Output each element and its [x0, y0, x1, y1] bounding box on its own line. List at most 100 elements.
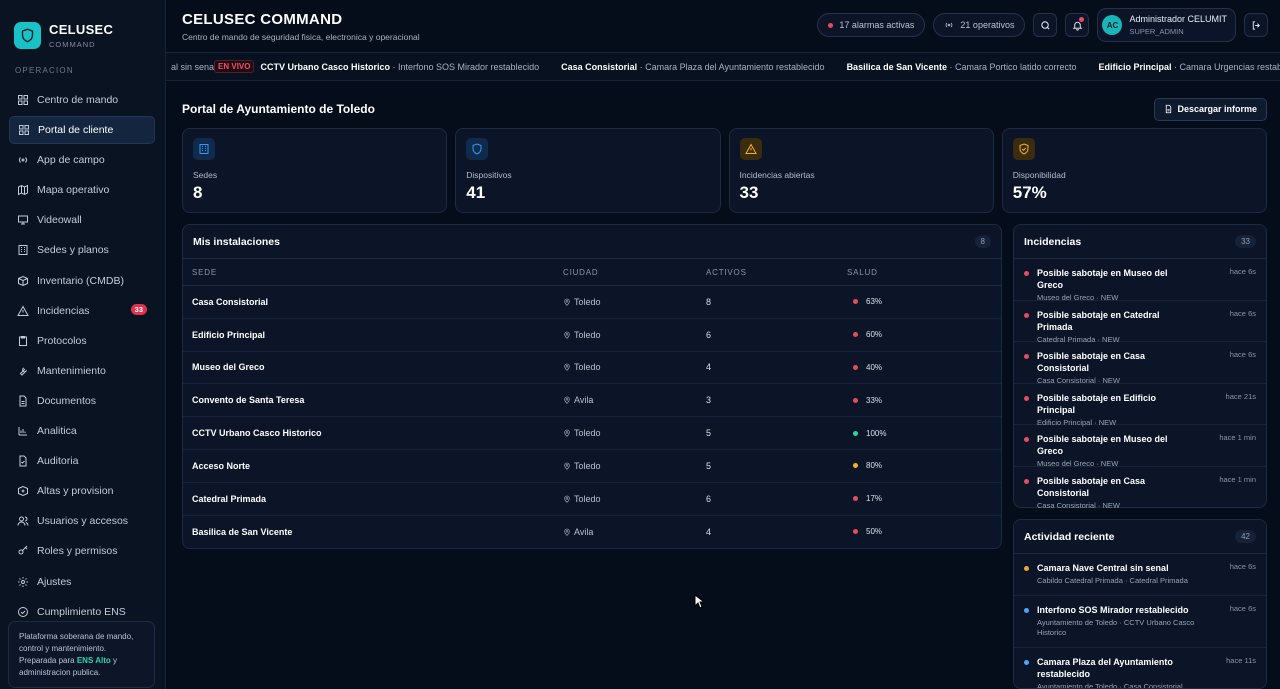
sidebar-item-label: Mantenimiento: [37, 364, 106, 377]
incident-time: hace 1 min: [1219, 474, 1256, 484]
table-row[interactable]: CCTV Urbano Casco Historico Toledo 5 100%: [183, 417, 1001, 450]
sidebar-item-sedes-y-planos[interactable]: Sedes y planos: [9, 236, 155, 264]
sidebar-item-documentos[interactable]: Documentos: [9, 387, 155, 415]
operators-pill[interactable]: 21 operativos: [933, 13, 1026, 37]
incident-item[interactable]: Posible sabotaje en Museo del Greco Museo…: [1014, 259, 1266, 302]
notification-dot: [1079, 17, 1085, 22]
ticker-site: Edificio Principal: [1098, 61, 1172, 72]
cell-activos: 6: [706, 329, 712, 340]
clipboard-icon: [17, 335, 29, 347]
sidebar-item-label: Roles y permisos: [37, 545, 118, 558]
monitor-icon: [17, 214, 29, 226]
location-pin-icon: [563, 363, 571, 372]
notifications-button[interactable]: [1065, 13, 1090, 37]
stat-card-disponibilidad: Disponibilidad 57%: [1001, 128, 1267, 213]
cell-sede: CCTV Urbano Casco Historico: [192, 428, 322, 439]
table-row[interactable]: Edificio Principal Toledo 6 60%: [183, 319, 1001, 352]
user-menu[interactable]: AC Administrador CELUMIT SUPER_ADMIN: [1097, 8, 1236, 42]
incidents-badge: 33: [130, 303, 147, 315]
installations-title: Mis instalaciones: [193, 235, 280, 248]
live-badge: EN VIVO: [214, 60, 255, 73]
table-row[interactable]: Convento de Santa Teresa Avila 3 33%: [183, 384, 1001, 418]
col-sede: SEDE: [192, 267, 217, 277]
sidebar-item-altas-y-provision[interactable]: Altas y provision: [9, 477, 155, 505]
document-icon: [17, 395, 29, 407]
main: CELUSEC COMMAND Centro de mando de segur…: [166, 0, 1280, 689]
alarm-dot-icon: [828, 22, 834, 28]
incident-time: hace 6s: [1229, 350, 1256, 359]
ticker-site: CCTV Urbano Casco Historico: [260, 61, 391, 72]
table-row[interactable]: Casa Consistorial Toledo 8 63%: [183, 286, 1001, 319]
stat-value: 57%: [1012, 183, 1047, 202]
sidebar-item-videowall[interactable]: Videowall: [9, 206, 155, 234]
table-row[interactable]: Catedral Primada Toledo 6 17%: [183, 483, 1001, 516]
location-pin-icon: [563, 429, 571, 437]
shield-logo-icon: [14, 21, 41, 49]
sidebar-item-protocolos[interactable]: Protocolos: [9, 327, 155, 355]
table-row[interactable]: Museo del Greco Toledo 4 40%: [183, 352, 1001, 385]
sidebar-item-label: Auditoria: [37, 455, 79, 468]
user-name: Administrador CELUMIT: [1129, 14, 1227, 24]
sidebar-item-label: Centro de mando: [37, 94, 119, 106]
table-row[interactable]: Acceso Norte Toledo 5 80%: [183, 450, 1001, 483]
sidebar-item-app-de-campo[interactable]: App de campo: [9, 146, 155, 174]
search-button[interactable]: [1033, 13, 1058, 37]
cell-activos: 5: [706, 460, 712, 471]
cell-sede: Museo del Greco: [192, 362, 265, 373]
sidebar-item-ajustes[interactable]: Ajustes: [9, 568, 155, 596]
sidebar-item-mapa-operativo[interactable]: Mapa operativo: [9, 176, 155, 204]
cell-salud: 50%: [866, 527, 883, 537]
incident-item[interactable]: Posible sabotaje en Casa Consistorial Cas…: [1014, 467, 1266, 510]
activity-title-text: Interfono SOS Mirador restablecido: [1037, 604, 1189, 615]
cell-ciudad: Toledo: [574, 428, 601, 439]
sidebar: CELUSEC COMMAND OPERACION Centro de mand…: [0, 0, 166, 689]
health-dot: [853, 397, 858, 403]
incident-title: Posible sabotaje en Museo del Greco: [1037, 268, 1168, 290]
sidebar-item-incidencias[interactable]: Incidencias 33: [9, 297, 155, 325]
download-report-button[interactable]: Descargar informe: [1154, 97, 1267, 121]
table-row[interactable]: Basilica de San Vicente Avila 4 50%: [183, 516, 1001, 549]
incident-item[interactable]: Posible sabotaje en Catedral Primada Cate…: [1014, 301, 1266, 344]
sidebar-item-analitica[interactable]: Analitica: [9, 417, 155, 445]
box-icon: [17, 275, 29, 287]
activity-sub: Cabildo Catedral Primada · Catedral Prim…: [1037, 576, 1188, 585]
activity-sub: Ayuntamiento de Toledo · Casa Consistori…: [1037, 681, 1183, 689]
cell-ciudad: Avila: [574, 526, 594, 537]
cell-ciudad: Avila: [574, 395, 594, 406]
live-ticker: al sin senal EN VIVO CCTV Urbano Casco H…: [166, 53, 1280, 81]
activity-dot: [1024, 659, 1029, 665]
incident-item[interactable]: Posible sabotaje en Museo del Greco Museo…: [1014, 425, 1266, 468]
grid-icon: [17, 94, 29, 106]
cell-sede: Catedral Primada: [192, 493, 267, 504]
app-root: CELUSEC COMMAND OPERACION Centro de mand…: [0, 0, 1280, 689]
incident-sub: Casa Consistorial · NEW: [1037, 500, 1120, 510]
activity-item[interactable]: Camara Plaza del Ayuntamiento restableci…: [1014, 648, 1266, 689]
activity-dot: [1024, 607, 1029, 613]
logout-button[interactable]: [1244, 13, 1268, 37]
sidebar-item-label: Videowall: [37, 214, 82, 227]
sidebar-item-auditoria[interactable]: Auditoria: [9, 447, 155, 475]
sidebar-item-centro-de-mando[interactable]: Centro de mando: [9, 86, 155, 114]
cell-salud: 100%: [866, 428, 887, 438]
topbar: CELUSEC COMMAND Centro de mando de segur…: [166, 0, 1280, 53]
ticker-item: Casa Consistorial · Camara Plaza del Ayu…: [561, 62, 824, 72]
location-pin-icon: [563, 495, 571, 503]
alarms-pill[interactable]: 17 alarmas activas: [817, 13, 926, 37]
incident-item[interactable]: Posible sabotaje en Edificio Principal Ed…: [1014, 384, 1266, 427]
sidebar-item-mantenimiento[interactable]: Mantenimiento: [9, 357, 155, 385]
incident-title: Posible sabotaje en Casa Consistorial: [1037, 475, 1146, 498]
health-dot: [853, 364, 858, 370]
ticker-lead: al sin senal: [171, 61, 217, 72]
activity-item[interactable]: Interfono SOS Mirador restablecido Ayunta…: [1014, 596, 1266, 648]
sidebar-item-inventario[interactable]: Inventario (CMDB): [9, 267, 155, 295]
sidebar-item-portal-de-cliente[interactable]: Portal de cliente: [9, 116, 155, 145]
sidebar-item-roles-y-permisos[interactable]: Roles y permisos: [9, 537, 155, 565]
location-pin-icon: [563, 528, 571, 536]
sidebar-item-label: Mapa operativo: [37, 184, 110, 197]
incident-time: hace 21s: [1225, 391, 1256, 401]
activity-item[interactable]: Camara Nave Central sin senal Cabildo Cat…: [1014, 554, 1266, 596]
cell-activos: 4: [706, 362, 712, 373]
brand[interactable]: CELUSEC COMMAND: [0, 0, 165, 56]
sidebar-item-usuarios-y-accesos[interactable]: Usuarios y accesos: [9, 507, 155, 535]
incident-item[interactable]: Posible sabotaje en Casa Consistorial Cas…: [1014, 342, 1266, 385]
